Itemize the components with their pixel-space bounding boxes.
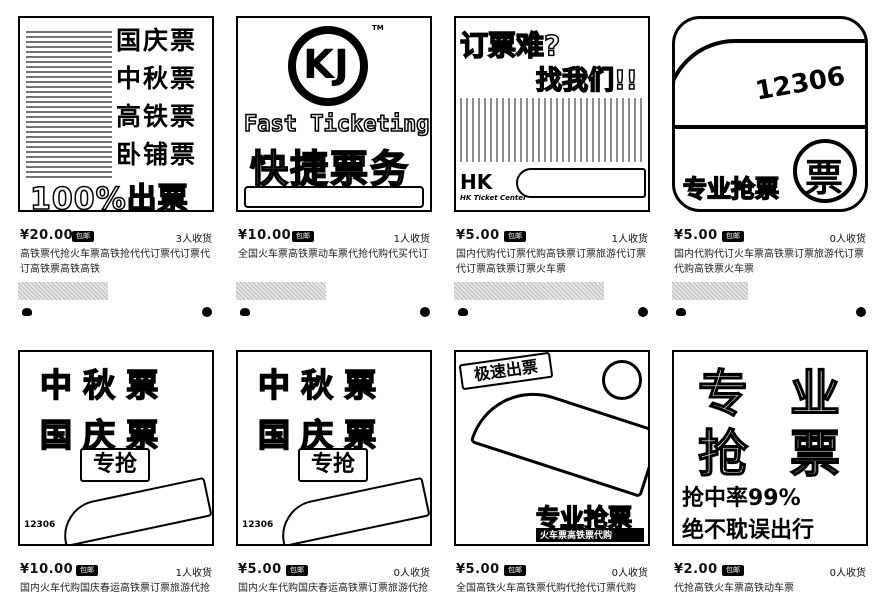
shop-name-placeholder[interactable] xyxy=(454,282,604,300)
thumb-big-char: 抢 xyxy=(697,424,749,484)
thumb-button-label: 专抢 xyxy=(80,448,150,482)
brand-english: Fast Ticketing xyxy=(243,111,430,138)
seal-text: 票 xyxy=(805,156,844,200)
sold-count: 0人收货 xyxy=(611,568,648,579)
product-title[interactable]: 全国火车票高铁票动车票代抢代购代买代订 xyxy=(238,247,432,277)
product-thumbnail[interactable]: 12306 专业抢票 票 xyxy=(672,16,868,212)
sold-count: 0人收货 xyxy=(829,234,866,245)
product-thumbnail[interactable]: 中 秋 票 国 庆 票 专抢 12306 xyxy=(18,350,214,546)
price: ¥5.00 xyxy=(456,562,500,577)
thumb-subcaption: 火车票高铁票代购 xyxy=(540,531,613,541)
hk-subtitle: HK Ticket Center xyxy=(460,194,527,202)
price: ¥5.00 xyxy=(238,562,282,577)
price-row: ¥2.00 包邮 0人收货 xyxy=(672,562,868,580)
product-grid: 国庆票 中秋票 高铁票 卧铺票 100%出票 ¥20.00 包邮 3人收货 高铁… xyxy=(0,0,880,601)
free-shipping-badge: 包邮 xyxy=(286,565,308,576)
train-number: 12306 xyxy=(242,520,274,530)
free-shipping-badge: 包邮 xyxy=(504,231,526,242)
thumb-claim: 抢中率99% xyxy=(682,486,801,511)
thumb-claim: 绝不耽误出行 xyxy=(682,518,815,543)
product-title[interactable]: 国内代购代订票代购高铁票订票旅游代订票代订票高铁票订票火车票 xyxy=(456,247,650,277)
thumb-big-char: 票 xyxy=(789,424,841,484)
shop-icon xyxy=(676,308,686,316)
logo-text: KJ xyxy=(303,42,349,88)
sold-count: 0人收货 xyxy=(829,568,866,579)
price-row: ¥10.00 包邮 1人收货 xyxy=(236,228,432,246)
price: ¥2.00 xyxy=(674,562,718,577)
product-title[interactable]: 代抢高铁火车票高铁动车票 xyxy=(674,581,868,601)
sold-count: 1人收货 xyxy=(611,234,648,245)
product-thumbnail[interactable]: 中 秋 票 国 庆 票 专抢 12306 xyxy=(236,350,432,546)
train-image xyxy=(57,476,212,544)
thumb-lines: 中 秋 票 国 庆 票 xyxy=(39,360,159,460)
product-thumbnail[interactable]: 订票难? 找我们!! HK HK Ticket Center xyxy=(454,16,650,212)
shop-name-placeholder[interactable] xyxy=(18,282,108,300)
price: ¥5.00 xyxy=(674,228,718,243)
thumb-line: 中秋票 xyxy=(116,64,198,93)
price: ¥5.00 xyxy=(456,228,500,243)
more-icon[interactable] xyxy=(638,307,648,317)
product-thumbnail[interactable]: 极速出票 专业抢票 火车票高铁票代购 xyxy=(454,350,650,546)
thumb-line: 卧铺票 xyxy=(116,140,198,169)
more-icon[interactable] xyxy=(856,307,866,317)
brand-chinese: 快捷票务 xyxy=(249,146,411,192)
free-shipping-badge: 包邮 xyxy=(76,565,98,576)
thumb-tag: 极速出票 xyxy=(458,352,554,391)
thumb-lines: 国庆票 中秋票 高铁票 卧铺票 xyxy=(116,22,197,174)
product-thumbnail[interactable]: 国庆票 中秋票 高铁票 卧铺票 100%出票 xyxy=(18,16,214,212)
train-image xyxy=(516,168,646,198)
product-title[interactable]: 全国高铁火车高铁票代购代抢代订票代购 xyxy=(456,581,650,601)
trademark-mark: TM xyxy=(372,24,384,32)
price: ¥10.00 xyxy=(238,228,292,243)
thumb-headline: 订票难? xyxy=(459,28,561,63)
shop-icon xyxy=(240,308,250,316)
thumb-banner: 100%出票 xyxy=(29,181,189,212)
price-row: ¥10.00 包邮 1人收货 xyxy=(18,562,214,580)
product-title[interactable]: 国内火车代购国庆春运高铁票订票旅游代抢 xyxy=(20,581,214,601)
price: ¥10.00 xyxy=(20,562,74,577)
free-shipping-badge: 包邮 xyxy=(292,231,314,242)
price: ¥20.00 xyxy=(20,228,74,243)
product-thumbnail[interactable]: 专 业 抢 票 抢中率99% 绝不耽误出行 xyxy=(672,350,868,546)
train-number: 12306 xyxy=(24,520,56,530)
free-shipping-badge: 包邮 xyxy=(72,231,94,242)
more-icon[interactable] xyxy=(202,307,212,317)
train-image xyxy=(275,476,430,544)
price-row: ¥5.00 包邮 1人收货 xyxy=(454,228,650,246)
footer-strip xyxy=(244,186,424,208)
free-shipping-badge: 包邮 xyxy=(722,565,744,576)
shop-icon xyxy=(458,308,468,316)
portrait-image xyxy=(26,28,112,178)
shop-name-placeholder[interactable] xyxy=(236,282,326,300)
product-title[interactable]: 国内火车代购国庆春运高铁票订票旅游代抢 xyxy=(238,581,432,601)
hk-logo: HK xyxy=(460,170,493,194)
product-title[interactable]: 高铁票代抢火车票高铁抢代代订票代订票代订高铁票高铁高铁 xyxy=(20,247,214,277)
thumb-subheadline: 找我们!! xyxy=(535,65,638,97)
free-shipping-badge: 包邮 xyxy=(722,231,744,242)
thumb-line: 国庆票 xyxy=(116,26,198,55)
thumb-button-label: 专抢 xyxy=(298,448,368,482)
crowd-image xyxy=(460,98,644,162)
thumb-line: 高铁票 xyxy=(116,102,198,131)
sold-count: 0人收货 xyxy=(393,568,430,579)
thumb-lines: 中 秋 票 国 庆 票 xyxy=(257,360,377,460)
thumb-line: 中 秋 票 xyxy=(257,365,377,405)
sold-count: 1人收货 xyxy=(175,568,212,579)
free-shipping-badge: 包邮 xyxy=(504,565,526,576)
product-thumbnail[interactable]: KJ TM Fast Ticketing 快捷票务 xyxy=(236,16,432,212)
thumb-line: 中 秋 票 xyxy=(39,365,159,405)
product-title[interactable]: 国内代购代订火车票高铁票订票旅游代订票代购高铁票火车票 xyxy=(674,247,868,277)
thumb-caption: 专业抢票 xyxy=(682,174,780,204)
shop-name-placeholder[interactable] xyxy=(672,282,748,300)
shop-icon xyxy=(22,308,32,316)
sold-count: 3人收货 xyxy=(175,234,212,245)
price-row: ¥20.00 包邮 3人收货 xyxy=(18,228,214,246)
stamp-badge xyxy=(602,360,642,400)
price-row: ¥5.00 包邮 0人收货 xyxy=(672,228,868,246)
price-row: ¥5.00 包邮 0人收货 xyxy=(454,562,650,580)
price-row: ¥5.00 包邮 0人收货 xyxy=(236,562,432,580)
more-icon[interactable] xyxy=(420,307,430,317)
sold-count: 1人收货 xyxy=(393,234,430,245)
